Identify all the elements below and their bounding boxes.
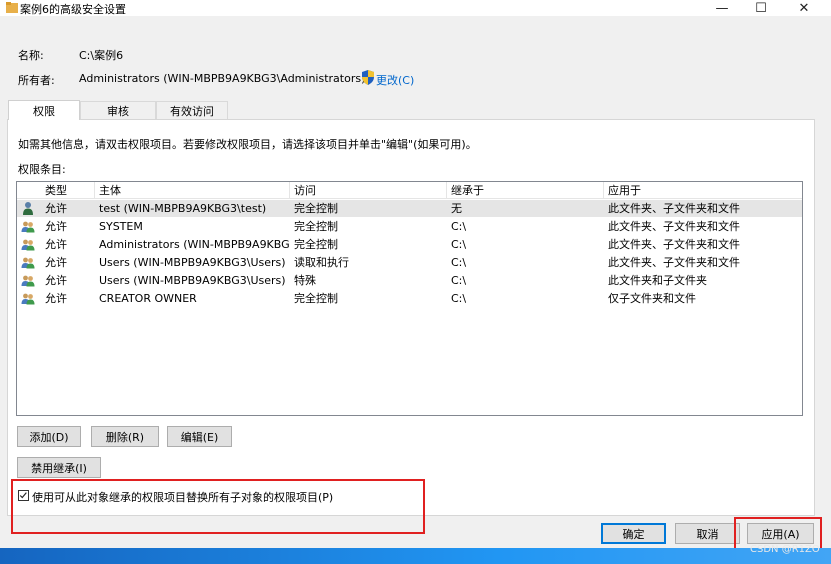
cell-inherited: C:\ xyxy=(451,220,467,233)
table-row[interactable]: 允许 Users (WIN-MBPB9A9KBG3\Users) 特殊 C:\ 此文件夹… xyxy=(17,272,802,289)
list-header: 类型 主体 访问 继承于 应用于 xyxy=(17,182,802,199)
tab-permissions[interactable]: 权限 xyxy=(8,100,80,120)
hint-text: 如需其他信息，请双击权限项目。若要修改权限项目，请选择该项目并单击"编辑"(如果… xyxy=(18,138,477,151)
cell-applies: 仅子文件夹和文件 xyxy=(608,292,696,305)
column-header-applies[interactable]: 应用于 xyxy=(604,182,802,199)
table-row[interactable]: 允许 Users (WIN-MBPB9A9KBG3\Users) 读取和执行 C:\ 此… xyxy=(17,254,802,271)
cell-access: 特殊 xyxy=(294,274,316,287)
cell-principal: test (WIN-MBPB9A9KBG3\test) xyxy=(99,202,267,215)
name-label: 名称: xyxy=(18,49,44,62)
cell-principal: Users (WIN-MBPB9A9KBG3\Users) xyxy=(99,274,286,287)
cell-applies: 此文件夹、子文件夹和文件 xyxy=(608,238,740,251)
cell-type: 允许 xyxy=(45,274,67,287)
cell-access: 完全控制 xyxy=(294,238,338,251)
cell-principal: Users (WIN-MBPB9A9KBG3\Users) xyxy=(99,256,286,269)
maximize-icon: ☐ xyxy=(755,0,767,16)
column-header-access[interactable]: 访问 xyxy=(290,182,447,199)
user-icon xyxy=(21,201,35,216)
entries-label: 权限条目: xyxy=(18,163,66,176)
group-icon xyxy=(21,219,35,234)
cell-type: 允许 xyxy=(45,238,67,251)
disable-inheritance-button[interactable]: 禁用继承(I) xyxy=(17,457,101,478)
title-bar[interactable]: 案例6的高级安全设置 — ☐ ✕ xyxy=(0,0,831,16)
cell-applies: 此文件夹和子文件夹 xyxy=(608,274,707,287)
owner-value: Administrators (WIN-MBPB9A9KBG3\Administ… xyxy=(79,72,366,85)
add-button[interactable]: 添加(D) xyxy=(17,426,81,447)
edit-button[interactable]: 编辑(E) xyxy=(167,426,232,447)
table-row[interactable]: 允许 Administrators (WIN-MBPB9A9KBG... 完全控制 C… xyxy=(17,236,802,253)
permission-entries-list[interactable]: 类型 主体 访问 继承于 应用于 允许 test (WIN-MBPB9A9KBG3… xyxy=(16,181,803,416)
cell-type: 允许 xyxy=(45,292,67,305)
cell-type: 允许 xyxy=(45,202,67,215)
column-header-type[interactable]: 类型 xyxy=(41,182,95,199)
name-value: C:\案例6 xyxy=(79,49,124,62)
cancel-button[interactable]: 取消 xyxy=(675,523,740,544)
column-header-inherited[interactable]: 继承于 xyxy=(447,182,604,199)
cell-inherited: C:\ xyxy=(451,256,467,269)
cell-inherited: C:\ xyxy=(451,238,467,251)
owner-label: 所有者: xyxy=(18,74,55,87)
tab-auditing[interactable]: 审核 xyxy=(80,101,156,119)
cell-principal: SYSTEM xyxy=(99,220,143,233)
table-row[interactable]: 允许 test (WIN-MBPB9A9KBG3\test) 完全控制 无 此文件夹、子… xyxy=(17,200,802,217)
cell-applies: 此文件夹、子文件夹和文件 xyxy=(608,220,740,233)
group-icon xyxy=(21,255,35,270)
group-icon xyxy=(21,237,35,252)
cell-access: 读取和执行 xyxy=(294,256,349,269)
table-row[interactable]: 允许 CREATOR OWNER 完全控制 C:\ 仅子文件夹和文件 xyxy=(17,290,802,307)
cell-access: 完全控制 xyxy=(294,202,338,215)
cell-applies: 此文件夹、子文件夹和文件 xyxy=(608,202,740,215)
uac-shield-icon xyxy=(362,70,374,85)
highlight-box-checkbox xyxy=(11,479,425,534)
cell-principal: Administrators (WIN-MBPB9A9KBG... xyxy=(99,238,290,251)
close-button[interactable]: ✕ xyxy=(786,0,822,16)
tab-label: 权限 xyxy=(33,104,55,118)
window-title: 案例6的高级安全设置 xyxy=(20,3,126,16)
table-row[interactable]: 允许 SYSTEM 完全控制 C:\ 此文件夹、子文件夹和文件 xyxy=(17,218,802,235)
close-icon: ✕ xyxy=(798,0,810,16)
cell-inherited: C:\ xyxy=(451,292,467,305)
group-icon xyxy=(21,273,35,288)
tab-label: 有效访问 xyxy=(170,104,214,118)
tab-effective-access[interactable]: 有效访问 xyxy=(156,101,228,119)
change-owner-link[interactable]: 更改(C) xyxy=(376,72,414,88)
tab-label: 审核 xyxy=(107,104,129,118)
cell-type: 允许 xyxy=(45,220,67,233)
watermark-text: CSDN @R1ZO xyxy=(750,544,820,555)
folder-icon xyxy=(6,2,18,13)
remove-button[interactable]: 删除(R) xyxy=(91,426,159,447)
ok-button[interactable]: 确定 xyxy=(601,523,666,544)
cell-access: 完全控制 xyxy=(294,292,338,305)
cell-principal: CREATOR OWNER xyxy=(99,292,197,305)
minimize-icon: — xyxy=(715,0,729,16)
cell-type: 允许 xyxy=(45,256,67,269)
cell-access: 完全控制 xyxy=(294,220,338,233)
cell-inherited: 无 xyxy=(451,202,462,215)
taskbar xyxy=(0,548,831,564)
column-header-principal[interactable]: 主体 xyxy=(95,182,290,199)
group-icon xyxy=(21,291,35,306)
minimize-button[interactable]: — xyxy=(704,0,740,16)
advanced-security-window: 案例6的高级安全设置 — ☐ ✕ 名称: C:\案例6 所有者: Adminis… xyxy=(0,0,831,562)
cell-applies: 此文件夹、子文件夹和文件 xyxy=(608,256,740,269)
maximize-button[interactable]: ☐ xyxy=(743,0,779,16)
cell-inherited: C:\ xyxy=(451,274,467,287)
